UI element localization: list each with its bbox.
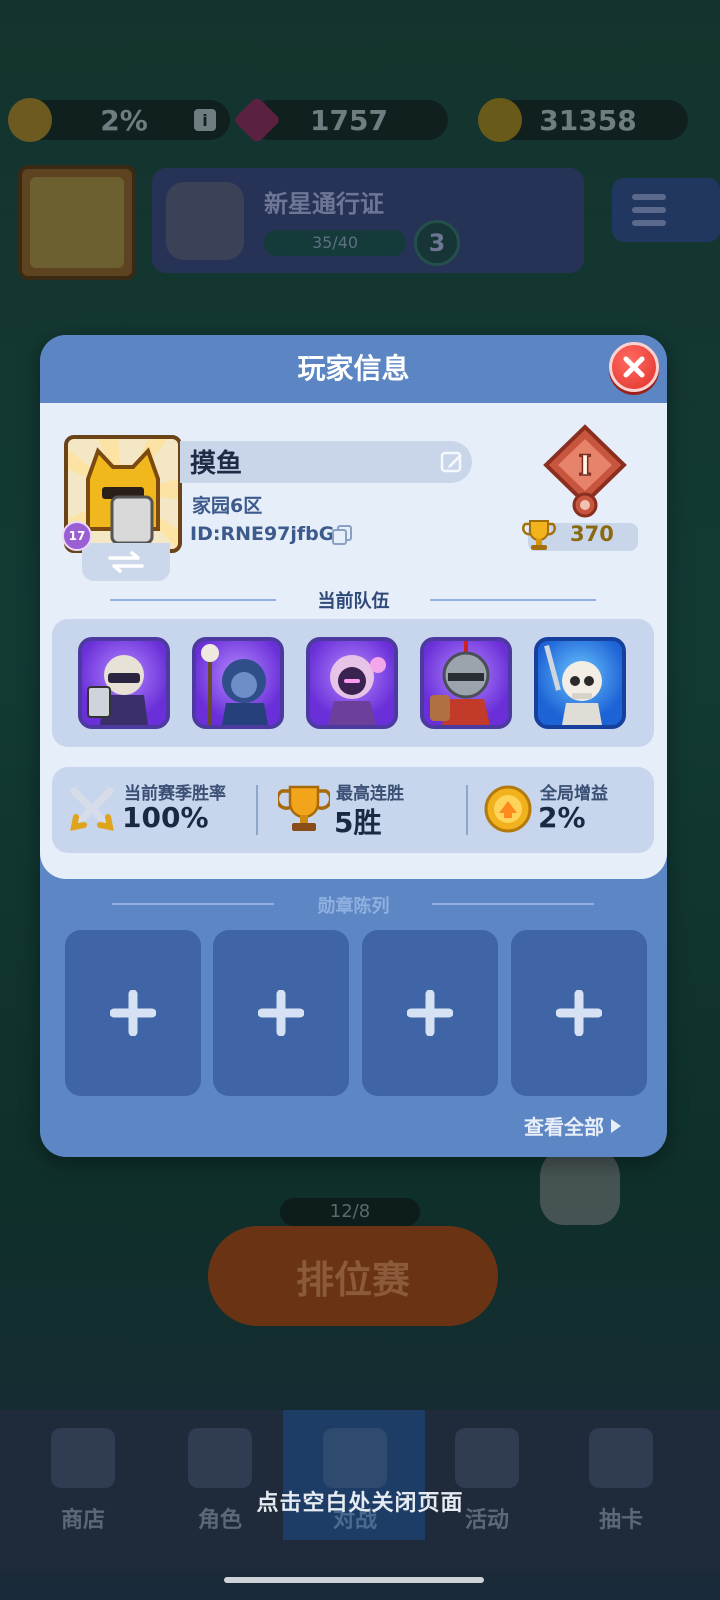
divider [466, 785, 468, 835]
medals-section-title: 勋章陈列 [317, 896, 390, 917]
divider [432, 903, 594, 905]
pass-emblem-icon [166, 182, 244, 260]
trophy-icon [522, 517, 556, 553]
pass-level: 3 [414, 220, 460, 266]
view-all-button[interactable]: 查看全部 [524, 1111, 622, 1140]
helmet-knight-hero-icon [430, 641, 490, 725]
nav-events[interactable]: 活动 [422, 1410, 552, 1540]
swap-arrows-icon [108, 551, 144, 573]
edit-name-icon[interactable] [440, 450, 464, 474]
plus-icon [556, 990, 602, 1036]
gems-count: 1757 [310, 103, 388, 137]
team-hero-4[interactable] [420, 637, 512, 729]
team-hero-2[interactable] [192, 637, 284, 729]
shadow-ninja-hero-icon [328, 655, 386, 725]
modal-title: 玩家信息 [40, 335, 667, 403]
player-info-modal: 玩家信息 17 摸鱼 家园6区 ID:RNE97jfbGs I 370 当前队伍… [40, 335, 667, 1157]
characters-icon [188, 1428, 252, 1488]
boost-crown-icon [8, 98, 52, 142]
player-name: 摸鱼 [190, 449, 243, 479]
play-arrow-icon [611, 1118, 621, 1133]
nav-battle[interactable]: 对战 [290, 1410, 420, 1540]
menu-button[interactable] [612, 178, 720, 242]
team-hero-5[interactable] [534, 637, 626, 729]
stat-win-streak: 最高连胜 5胜 [278, 767, 458, 853]
win-streak-value: 5胜 [334, 806, 382, 839]
coins-count: 31358 [539, 103, 637, 137]
swap-avatar-button[interactable] [82, 543, 170, 581]
win-rate-value: 100% [122, 801, 209, 834]
medal-slot-2[interactable] [213, 930, 349, 1096]
stats-panel: 当前赛季胜率 100% 最高连胜 5胜 全局增益 2% [52, 767, 654, 853]
copy-id-icon[interactable] [331, 524, 353, 546]
plus-icon [407, 990, 453, 1036]
plus-icon [258, 990, 304, 1036]
divider [430, 599, 596, 601]
trophy-count: 370 [570, 522, 614, 546]
mystery-card-icon [589, 1428, 653, 1488]
player-info-card: 17 摸鱼 家园6区 ID:RNE97jfbGs I 370 当前队伍 当前赛季… [40, 403, 667, 879]
player-region: 家园6区 [192, 495, 263, 517]
crown-boost-icon [484, 785, 532, 833]
nav-shop[interactable]: 商店 [18, 1410, 148, 1540]
close-button[interactable] [609, 342, 659, 392]
crossed-swords-icon [70, 787, 114, 831]
boost-percent: 2% [100, 103, 148, 137]
team-panel [52, 619, 654, 747]
tutorial-hand-icon [540, 1145, 620, 1225]
global-boost-value: 2% [538, 801, 586, 834]
dark-knight-hero-icon [87, 655, 148, 725]
pass-progress: 35/40 [264, 230, 406, 256]
medal-slot-3[interactable] [362, 930, 498, 1096]
nav-characters[interactable]: 角色 [155, 1410, 285, 1540]
rank-letter: I [578, 449, 591, 482]
boost-resource-bar: 2% i [8, 98, 230, 142]
skull-staff-mage-hero-icon [201, 644, 268, 725]
medal-slot-1[interactable] [65, 930, 201, 1096]
close-hint: 点击空白处关闭页面 [256, 1491, 464, 1516]
gems-resource-bar: 1757 [232, 95, 448, 145]
stat-win-rate: 当前赛季胜率 100% [66, 767, 256, 853]
coin-icon [478, 98, 522, 142]
team-hero-3[interactable] [306, 637, 398, 729]
shop-icon [51, 1428, 115, 1488]
lock-icon [455, 1428, 519, 1488]
player-avatar-button[interactable] [18, 165, 136, 280]
trophy-icon [278, 785, 330, 831]
home-indicator[interactable] [224, 1577, 484, 1583]
skeleton-warrior-hero-icon [544, 645, 602, 725]
season-pass-banner[interactable]: 新星通行证 35/40 3 [152, 168, 584, 273]
info-icon[interactable]: i [194, 109, 216, 131]
team-hero-1[interactable] [78, 637, 170, 729]
medal-slot-4[interactable] [511, 930, 647, 1096]
nav-draw[interactable]: 抽卡 [556, 1410, 686, 1540]
crossed-swords-icon [323, 1428, 387, 1488]
player-id: ID:RNE97jfbGs [190, 523, 346, 545]
stat-global-boost: 全局增益 2% [482, 767, 642, 853]
view-all-label: 查看全部 [524, 1115, 604, 1139]
divider [256, 785, 258, 835]
pass-title: 新星通行证 [264, 190, 384, 218]
coins-resource-bar: 31358 [478, 98, 688, 142]
ranked-match-button[interactable]: 排位赛 [208, 1226, 498, 1326]
plus-icon [110, 990, 156, 1036]
ranked-ticket-count: 12/8 [280, 1198, 420, 1226]
close-icon [623, 356, 645, 378]
player-level-badge: 17 [62, 521, 92, 551]
ranked-button-label: 排位赛 [295, 1257, 410, 1302]
rank-emblem-icon[interactable]: I [540, 423, 630, 523]
